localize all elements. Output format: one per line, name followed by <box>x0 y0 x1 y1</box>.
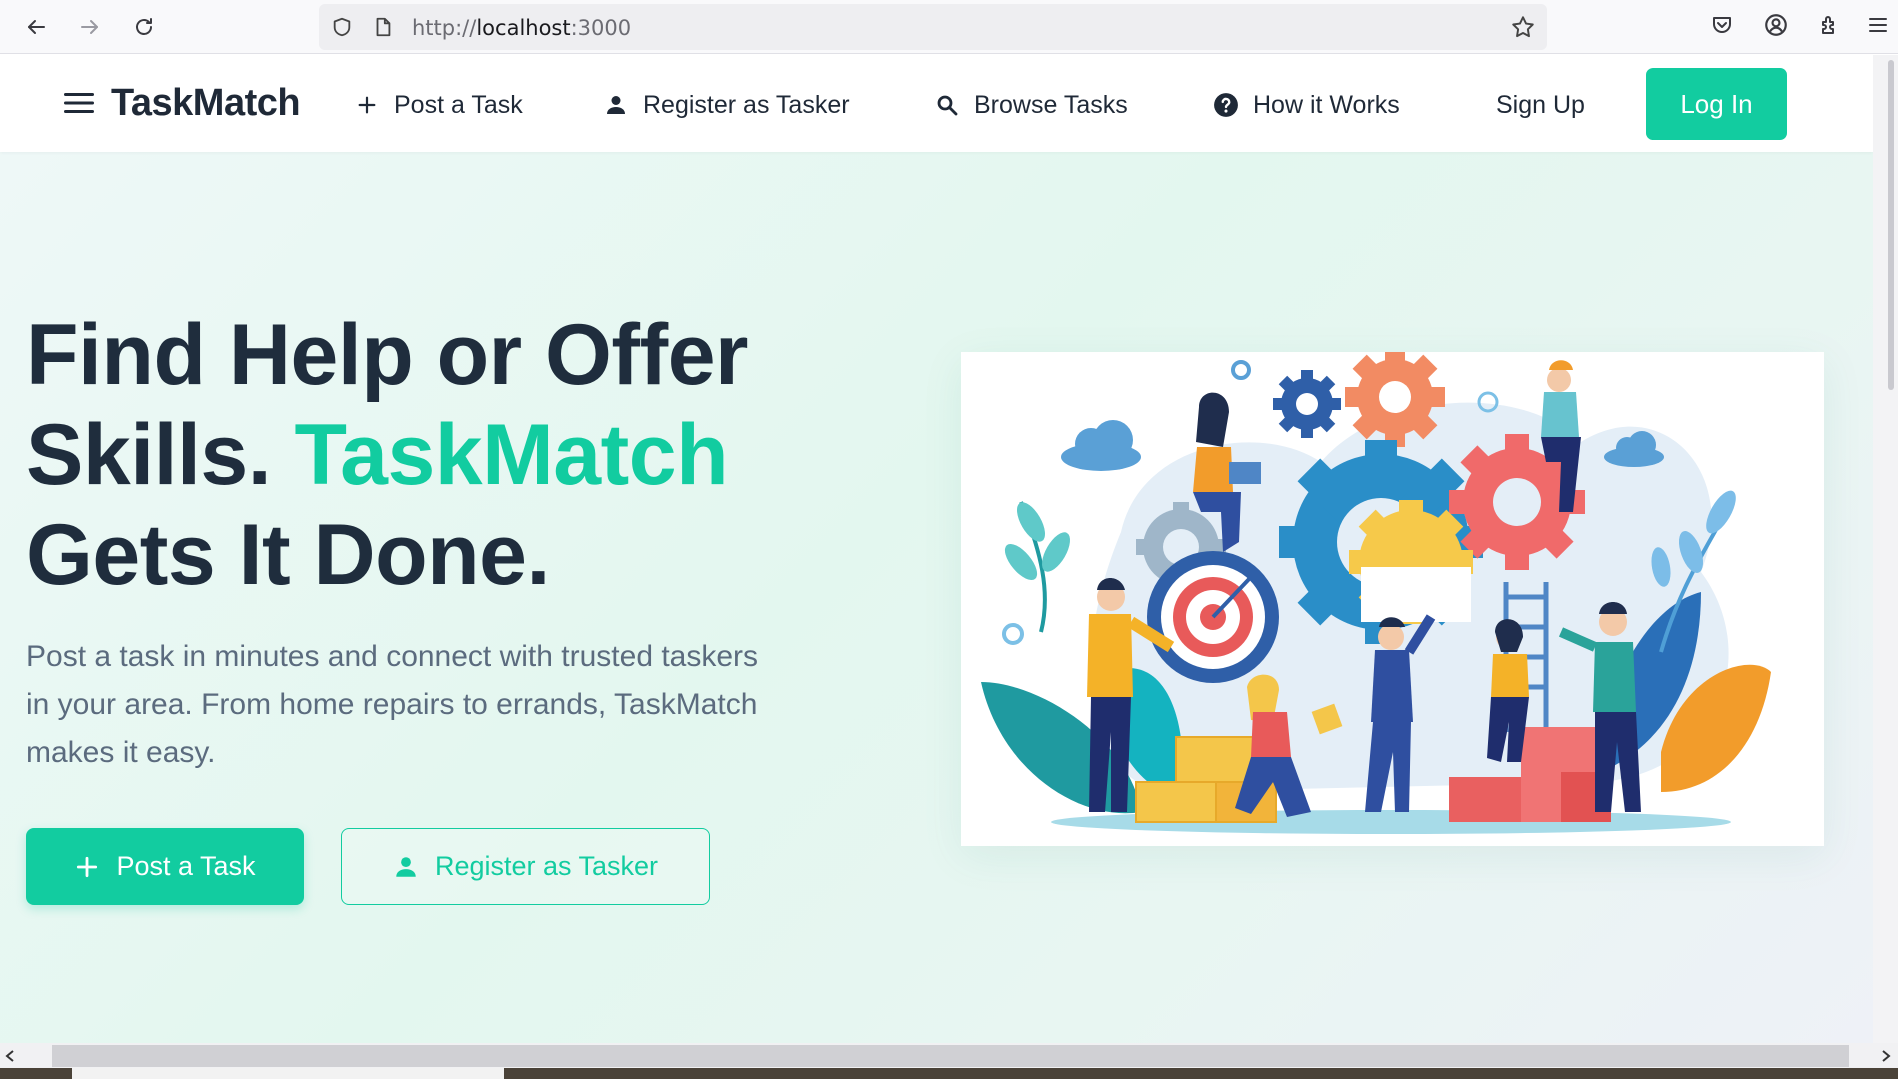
horizontal-scrollbar-thumb[interactable] <box>52 1045 1849 1067</box>
post-task-button-label: Post a Task <box>116 851 256 881</box>
nav-how-it-works[interactable]: How it Works <box>1213 85 1400 125</box>
register-tasker-button-label: Register as Tasker <box>434 851 659 881</box>
scroll-right-icon[interactable] <box>1880 1049 1892 1063</box>
hamburger-menu-icon[interactable] <box>64 90 94 116</box>
forward-arrow-icon[interactable] <box>72 9 108 45</box>
account-icon[interactable] <box>1762 11 1790 39</box>
plus-icon <box>74 854 100 880</box>
hero-title-line3: Gets It Done. <box>26 507 550 603</box>
pocket-icon[interactable] <box>1708 11 1736 39</box>
nav-browse-tasks[interactable]: Browse Tasks <box>934 85 1128 125</box>
nav-how-it-works-label: How it Works <box>1253 90 1400 119</box>
hero-title: Find Help or Offer Skills. TaskMatch Get… <box>26 305 816 605</box>
url-bar[interactable]: http://localhost:3000 <box>319 4 1547 50</box>
site-header: TaskMatch Post a Task Register as Tasker… <box>0 55 1873 152</box>
star-icon[interactable] <box>1510 14 1536 40</box>
shield-icon[interactable] <box>331 16 353 38</box>
nav-post-task[interactable]: Post a Task <box>354 85 523 125</box>
hero-title-accent: TaskMatch <box>294 407 729 503</box>
taskbar-highlight <box>72 1068 504 1079</box>
hero-title-line2: Skills. <box>26 407 272 503</box>
person-icon <box>603 92 629 118</box>
search-icon <box>934 92 960 118</box>
post-task-button[interactable]: Post a Task <box>26 828 304 905</box>
url-text[interactable]: http://localhost:3000 <box>412 16 631 40</box>
brand-logo[interactable]: TaskMatch <box>111 82 301 125</box>
help-circle-icon <box>1213 92 1239 118</box>
nav-browse-tasks-label: Browse Tasks <box>974 90 1128 119</box>
vertical-scrollbar-thumb[interactable] <box>1888 60 1894 390</box>
sign-up-link[interactable]: Sign Up <box>1496 85 1585 125</box>
menu-icon[interactable] <box>1864 11 1892 39</box>
extensions-icon[interactable] <box>1816 11 1844 39</box>
back-arrow-icon[interactable] <box>18 9 54 45</box>
hero-title-line1: Find Help or Offer <box>26 307 749 403</box>
reload-icon[interactable] <box>126 9 162 45</box>
person-icon <box>393 854 419 880</box>
register-tasker-button[interactable]: Register as Tasker <box>341 828 710 905</box>
log-in-button[interactable]: Log In <box>1646 68 1787 140</box>
hero-subtitle: Post a task in minutes and connect with … <box>26 640 759 769</box>
page-icon <box>372 16 394 38</box>
scroll-left-icon[interactable] <box>4 1049 16 1063</box>
hero-section: Find Help or Offer Skills. TaskMatch Get… <box>0 152 1873 1043</box>
nav-register-tasker[interactable]: Register as Tasker <box>603 85 850 125</box>
nav-register-tasker-label: Register as Tasker <box>643 90 850 119</box>
nav-post-task-label: Post a Task <box>394 90 523 119</box>
browser-toolbar: http://localhost:3000 <box>0 0 1898 54</box>
page-viewport: TaskMatch Post a Task Register as Tasker… <box>0 55 1873 1043</box>
teamwork-illustration <box>961 347 1824 846</box>
vertical-scrollbar[interactable] <box>1873 55 1898 1043</box>
plus-icon <box>354 92 380 118</box>
